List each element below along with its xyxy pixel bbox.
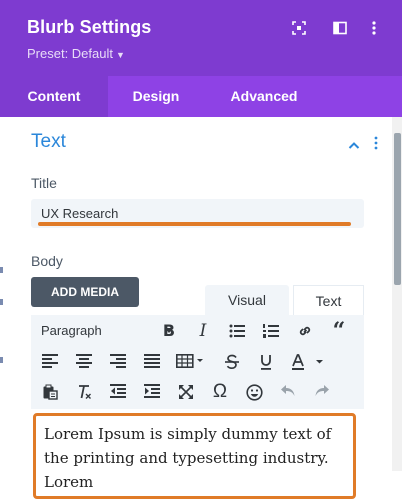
fullscreen-icon[interactable] <box>175 381 197 403</box>
align-center-icon[interactable] <box>73 351 95 373</box>
edge-mark <box>0 357 3 363</box>
settings-panel: Text Title UX Research Body ADD MEDIA Vi… <box>0 117 402 499</box>
sidebar-toggle-icon[interactable] <box>332 20 348 36</box>
highlight-underline <box>38 222 351 226</box>
format-select[interactable]: Paragraph <box>41 323 102 338</box>
indent-icon[interactable] <box>141 381 163 403</box>
edge-mark <box>0 267 3 273</box>
add-media-button[interactable]: ADD MEDIA <box>31 277 139 307</box>
paste-text-icon[interactable] <box>39 381 61 403</box>
chevron-up-icon[interactable] <box>348 137 360 155</box>
more-vertical-icon[interactable] <box>366 20 382 36</box>
editor-content[interactable]: Lorem Ipsum is simply dummy text of the … <box>44 422 349 494</box>
section-title[interactable]: Text <box>31 131 66 153</box>
link-icon[interactable] <box>294 320 316 342</box>
text-color-icon[interactable] <box>289 351 325 373</box>
table-icon[interactable] <box>175 351 207 373</box>
editor-toolbar: Paragraph B I “ Ω <box>31 315 364 409</box>
outdent-icon[interactable] <box>107 381 129 403</box>
panel-left-edge <box>0 117 14 471</box>
title-label: Title <box>31 175 57 191</box>
preset-label: Preset: Default <box>27 46 113 61</box>
blockquote-icon[interactable]: “ <box>328 320 350 342</box>
body-label: Body <box>31 253 63 269</box>
redo-icon[interactable] <box>311 381 333 403</box>
tab-text[interactable]: Text <box>293 285 364 315</box>
strikethrough-icon[interactable] <box>221 351 243 373</box>
modal-title: Blurb Settings <box>27 17 152 37</box>
tab-advanced[interactable]: Advanced <box>204 76 324 117</box>
modal-header: Blurb Settings Preset: Default ▼ <box>0 0 402 76</box>
underline-icon[interactable] <box>255 351 277 373</box>
special-character-icon[interactable]: Ω <box>209 381 231 403</box>
settings-tabs: Content Design Advanced <box>0 76 402 117</box>
emoji-icon[interactable] <box>243 381 265 403</box>
italic-icon[interactable]: I <box>192 320 214 342</box>
title-value: UX Research <box>41 206 119 221</box>
undo-icon[interactable] <box>277 381 299 403</box>
tab-visual[interactable]: Visual <box>205 285 289 315</box>
align-left-icon[interactable] <box>39 351 61 373</box>
title-input[interactable]: UX Research <box>31 199 364 228</box>
scrollbar-thumb[interactable] <box>394 133 401 285</box>
clear-formatting-icon[interactable] <box>73 381 95 403</box>
preset-dropdown[interactable]: Preset: Default ▼ <box>27 46 125 61</box>
bullet-list-icon[interactable] <box>226 320 248 342</box>
numbered-list-icon[interactable] <box>260 320 282 342</box>
focus-icon[interactable] <box>291 20 307 36</box>
bold-icon[interactable]: B <box>158 320 180 342</box>
edge-mark <box>0 299 3 305</box>
tab-content[interactable]: Content <box>0 76 108 117</box>
body-editor[interactable]: Lorem Ipsum is simply dummy text of the … <box>33 413 356 499</box>
tab-design[interactable]: Design <box>108 76 204 117</box>
align-justify-icon[interactable] <box>141 351 163 373</box>
align-right-icon[interactable] <box>107 351 129 373</box>
section-menu-icon[interactable] <box>373 136 379 155</box>
chevron-down-icon: ▼ <box>116 50 125 60</box>
